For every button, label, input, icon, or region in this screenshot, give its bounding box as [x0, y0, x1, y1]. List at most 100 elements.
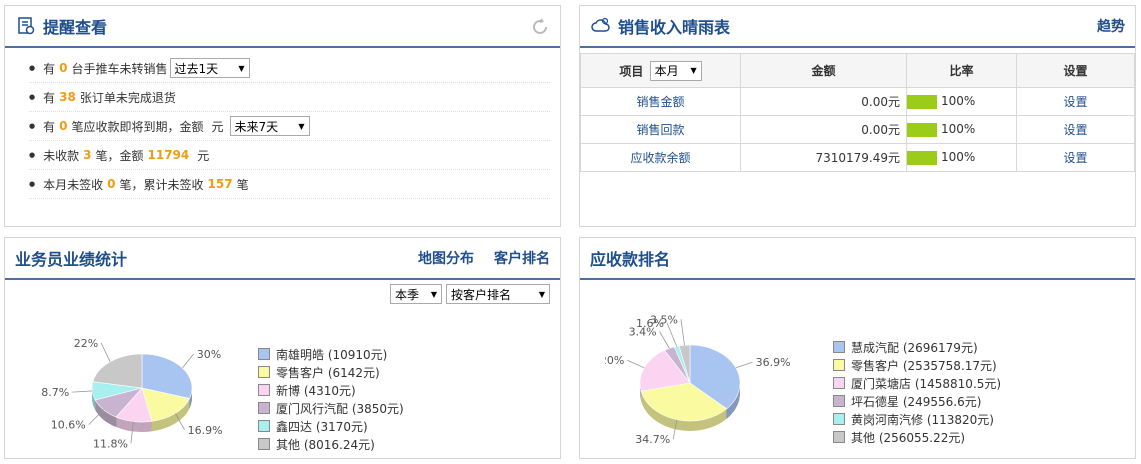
ratio-bar — [907, 122, 937, 137]
perf-header-links: 地图分布 客户排名 — [418, 238, 550, 278]
pie-pct-label: 8.7% — [41, 386, 69, 399]
item-text: 笔 — [236, 177, 249, 192]
legend-swatch — [833, 377, 845, 389]
item-text: 台手推车未转销售 — [71, 61, 168, 76]
legend-label: 黄岗河南汽修 (113820元) — [851, 412, 994, 427]
col-item-label: 项目 — [619, 64, 644, 78]
legend-item[interactable]: 其他 (256055.22元) — [833, 428, 1001, 446]
recv-panel: 应收款排名 36.9%34.7%20%3.4%1.6%3.5% 慧成汽配 (26… — [579, 237, 1136, 459]
dropdown-arrow-icon: ▼ — [238, 63, 245, 73]
sales-header-links: 趋势 — [1097, 6, 1125, 46]
legend-label: 零售客户 (2535758.17元) — [851, 358, 997, 373]
item-text: 元 — [211, 119, 224, 134]
refresh-icon[interactable] — [530, 17, 550, 40]
legend-item[interactable]: 零售客户 (6142元) — [258, 363, 404, 381]
legend-item[interactable]: 坪石德星 (249556.6元) — [833, 392, 1001, 410]
row-amount: 0.00元 — [740, 87, 907, 116]
legend-item[interactable]: 其他 (8016.24元) — [258, 435, 404, 453]
dropdown-arrow-icon: ▼ — [538, 289, 545, 299]
pie-leader-line — [666, 322, 678, 347]
period-select[interactable]: 过去1天 ▼ — [169, 58, 250, 78]
legend-label: 慧成汽配 (2696179元) — [851, 340, 978, 355]
row-ratio: 100% — [906, 87, 1017, 116]
item-count[interactable]: 38 — [59, 90, 76, 104]
legend-swatch — [258, 348, 270, 360]
recv-legend: 慧成汽配 (2696179元) 零售客户 (2535758.17元) 厦门菜塘店 (… — [833, 338, 1001, 446]
pie-pct-label: 20% — [605, 354, 624, 367]
ratio-text: 100% — [941, 150, 976, 165]
legend-label: 新博 (4310元) — [276, 383, 356, 398]
ratio-text: 100% — [941, 122, 976, 137]
legend-label: 南雄明皓 (10910元) — [276, 347, 388, 362]
select-value: 过去1天 — [174, 61, 219, 76]
sales-header: 销售收入晴雨表 趋势 — [580, 6, 1135, 48]
item-text: 笔，累计未签收 — [119, 177, 204, 192]
row-ratio: 100% — [906, 115, 1017, 144]
item-count[interactable]: 0 — [59, 61, 67, 75]
row-name-link[interactable]: 销售回款 — [580, 115, 741, 144]
document-icon — [15, 15, 37, 37]
period-select[interactable]: 本月 ▼ — [649, 60, 702, 81]
map-distribution-link[interactable]: 地图分布 — [418, 248, 474, 268]
item-text: 有 — [43, 90, 56, 105]
period-select[interactable]: 未来7天 ▼ — [229, 116, 310, 136]
legend-swatch — [258, 438, 270, 450]
row-setting-link[interactable]: 设置 — [1016, 115, 1135, 144]
select-value: 未来7天 — [234, 119, 279, 134]
sales-table-wrap: 项目 本月 ▼ 金额 比率 设置 销售金额 0.00元 100% 设置 销售回款 … — [580, 48, 1135, 172]
customer-ranking-link[interactable]: 客户排名 — [494, 248, 550, 268]
item-text: 本月未签收 — [43, 177, 104, 192]
trend-link[interactable]: 趋势 — [1097, 16, 1125, 36]
item-count[interactable]: 0 — [107, 177, 115, 191]
row-name-link[interactable]: 应收款余额 — [580, 143, 741, 172]
legend-swatch — [258, 402, 270, 414]
perf-legend: 南雄明皓 (10910元) 零售客户 (6142元) 新博 (4310元) 厦门风行汽… — [258, 345, 404, 453]
reminder-list: 有 0 台手推车未转销售 过去1天 ▼ 有 38 张订单未完成退货 有 0 笔应收… — [5, 48, 560, 199]
legend-item[interactable]: 零售客户 (2535758.17元) — [833, 356, 1001, 374]
legend-swatch — [258, 384, 270, 396]
legend-item[interactable]: 厦门菜塘店 (1458810.5元) — [833, 374, 1001, 392]
item-count[interactable]: 0 — [59, 119, 67, 133]
item-count[interactable]: 3 — [83, 148, 91, 162]
table-row: 销售回款 0.00元 100% 设置 — [580, 115, 1135, 144]
legend-label: 其他 (256055.22元) — [851, 430, 966, 445]
row-setting-link[interactable]: 设置 — [1016, 143, 1135, 172]
row-name-link[interactable]: 销售金额 — [580, 87, 741, 116]
pie-leader-line — [100, 342, 111, 362]
col-setting: 设置 — [1016, 53, 1135, 88]
list-item: 本月未签收 0 笔，累计未签收 157 笔 — [29, 170, 550, 199]
legend-item[interactable]: 慧成汽配 (2696179元) — [833, 338, 1001, 356]
legend-swatch — [833, 359, 845, 371]
legend-item[interactable]: 厦门风行汽配 (3850元) — [258, 399, 404, 417]
legend-label: 其他 (8016.24元) — [276, 437, 375, 452]
pie-leader-line — [659, 331, 670, 349]
list-item: 有 0 台手推车未转销售 过去1天 ▼ — [29, 54, 550, 83]
recv-header: 应收款排名 — [580, 238, 1135, 280]
ranking-select[interactable]: 按客户排名 ▼ — [446, 284, 550, 304]
legend-item[interactable]: 南雄明皓 (10910元) — [258, 345, 404, 363]
dropdown-arrow-icon: ▼ — [430, 289, 437, 299]
item-count[interactable]: 157 — [208, 177, 233, 191]
pie-slice[interactable] — [92, 353, 143, 389]
item-text: 笔应收款即将到期，金额 — [71, 119, 204, 134]
perf-header: 业务员业绩统计 地图分布 客户排名 — [5, 238, 560, 280]
table-row: 应收款余额 7310179.49元 100% 设置 — [580, 143, 1135, 172]
pie-leader-line — [735, 361, 753, 369]
row-setting-link[interactable]: 设置 — [1016, 87, 1135, 116]
legend-item[interactable]: 新博 (4310元) — [258, 381, 404, 399]
legend-item[interactable]: 黄岗河南汽修 (113820元) — [833, 410, 1001, 428]
sales-panel: 销售收入晴雨表 趋势 项目 本月 ▼ 金额 比率 设置 销售金额 0.00元 10… — [579, 5, 1136, 227]
row-ratio: 100% — [906, 143, 1017, 172]
recv-pie-chart: 36.9%34.7%20%3.4%1.6%3.5% — [605, 313, 791, 446]
select-value: 按客户排名 — [451, 287, 512, 302]
pie-pct-label: 22% — [74, 337, 98, 350]
period-select[interactable]: 本季 ▼ — [390, 284, 442, 304]
item-amount: 11794 — [147, 148, 190, 162]
list-item: 有 38 张订单未完成退货 — [29, 83, 550, 112]
perf-pie-chart: 30% 16.9% 11.8% 10.6% 8.7% 22% — [41, 337, 222, 450]
legend-item[interactable]: 鑫四达 (3170元) — [258, 417, 404, 435]
table-row: 销售金额 0.00元 100% 设置 — [580, 87, 1135, 116]
legend-swatch — [258, 366, 270, 378]
perf-filters: 本季 ▼ 按客户排名 ▼ — [390, 284, 550, 304]
dropdown-arrow-icon: ▼ — [298, 121, 305, 131]
